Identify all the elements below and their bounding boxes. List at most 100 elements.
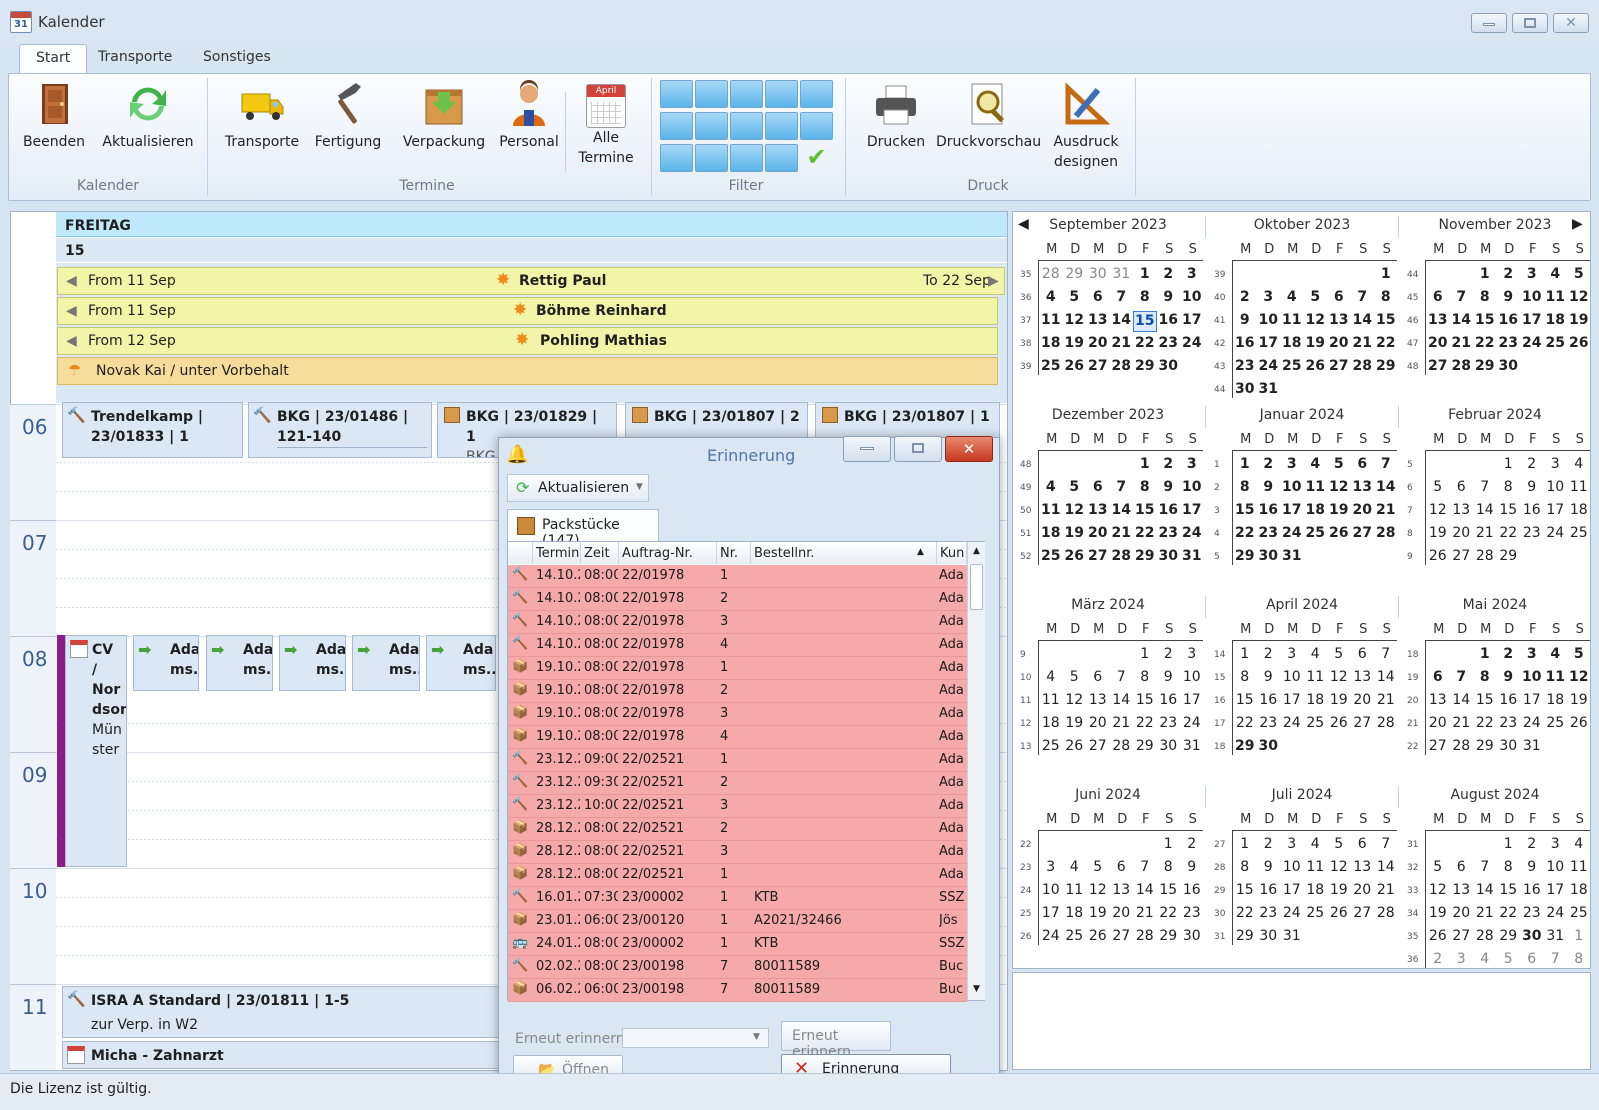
calendar-day[interactable]: 27 xyxy=(1351,714,1375,735)
calendar-day[interactable]: 23 xyxy=(1257,524,1281,545)
calendar-day[interactable]: 24 xyxy=(1544,524,1568,545)
calendar-day[interactable]: 10 xyxy=(1544,478,1568,499)
calendar-day[interactable]: 4 xyxy=(1039,478,1063,499)
calendar-day[interactable]: 6 xyxy=(1327,288,1351,309)
calendar-day[interactable]: 12 xyxy=(1327,478,1351,499)
calendar-day[interactable]: 18 xyxy=(1280,334,1304,355)
calendar-day[interactable]: 11 xyxy=(1280,311,1304,332)
appointment-micha[interactable]: Micha - Zahnarzt xyxy=(62,1041,502,1069)
calendar-day[interactable]: 19 xyxy=(1327,691,1351,712)
calendar-day[interactable]: 5 xyxy=(1063,478,1087,499)
calendar-day[interactable]: 26 xyxy=(1426,927,1450,948)
calendar-day[interactable]: 13 xyxy=(1086,311,1110,332)
calendar-day[interactable]: 10 xyxy=(1180,478,1204,499)
calendar-day[interactable]: 9 xyxy=(1157,288,1181,309)
calendar-day[interactable]: 19 xyxy=(1063,714,1087,735)
table-row[interactable]: 📦 23.01.2 06:00 23/00120 1 A2021/32466 Jös xyxy=(508,910,967,933)
calendar-day[interactable]: 22 xyxy=(1233,904,1257,925)
calendar-day[interactable]: 19 xyxy=(1063,524,1087,545)
calendar-day[interactable]: 27 xyxy=(1351,904,1375,925)
calendar-day[interactable]: 7 xyxy=(1450,288,1474,309)
calendar-day[interactable]: 13 xyxy=(1086,691,1110,712)
calendar-day[interactable]: 30 xyxy=(1257,927,1281,948)
calendar-day[interactable]: 22 xyxy=(1157,904,1181,925)
table-row[interactable]: 📦 28.12.2 08:00 22/02521 2 Ada xyxy=(508,818,967,841)
calendar-day[interactable]: 18 xyxy=(1039,334,1063,355)
calendar-day[interactable]: 8 xyxy=(1497,478,1521,499)
calendar-day[interactable]: 11 xyxy=(1039,311,1063,332)
calendar-day[interactable]: 7 xyxy=(1110,288,1134,309)
calendar-day[interactable]: 19 xyxy=(1567,691,1591,712)
calendar-day[interactable]: 8 xyxy=(1473,668,1497,689)
calendar-day[interactable]: 24 xyxy=(1280,714,1304,735)
calendar-day[interactable]: 17 xyxy=(1544,501,1568,522)
calendar-day[interactable]: 3 xyxy=(1180,455,1204,476)
filter-move-truck-icon[interactable] xyxy=(765,112,798,140)
calendar-day[interactable]: 4 xyxy=(1473,950,1497,971)
calendar-day[interactable]: 17 xyxy=(1180,311,1204,332)
calendar-day[interactable]: 23 xyxy=(1497,714,1521,735)
calendar-day[interactable]: 29 xyxy=(1233,737,1257,758)
calendar-day[interactable]: 27 xyxy=(1086,737,1110,758)
calendar-day[interactable]: 1 xyxy=(1497,455,1521,476)
calendar-day[interactable]: 10 xyxy=(1257,311,1281,332)
calendar-day[interactable]: 21 xyxy=(1110,334,1134,355)
calendar-day[interactable]: 2 xyxy=(1157,645,1181,666)
remind-again-button[interactable]: Erneut erinnern xyxy=(781,1021,891,1060)
calendar-day[interactable]: 9 xyxy=(1257,858,1281,879)
calendar-day[interactable]: 13 xyxy=(1110,881,1134,902)
calendar-day[interactable]: 25 xyxy=(1304,524,1328,545)
calendar-day[interactable]: 1 xyxy=(1133,645,1157,666)
calendar-day[interactable]: 17 xyxy=(1280,501,1304,522)
appointment-isra[interactable]: 🔨 ISRA A Standard | 23/01811 | 1-5 zur V… xyxy=(62,986,502,1038)
calendar-day[interactable]: 26 xyxy=(1063,547,1087,568)
calendar-day[interactable]: 16 xyxy=(1180,881,1204,902)
calendar-day[interactable]: 1 xyxy=(1473,265,1497,286)
calendar-day[interactable]: 13 xyxy=(1327,311,1351,332)
calendar-day[interactable]: 8 xyxy=(1133,668,1157,689)
calendar-day[interactable]: 18 xyxy=(1304,881,1328,902)
calendar-day[interactable]: 15 xyxy=(1497,881,1521,902)
calendar-day[interactable]: 7 xyxy=(1473,478,1497,499)
calendar-day[interactable]: 18 xyxy=(1544,311,1568,332)
calendar-day[interactable]: 11 xyxy=(1567,478,1591,499)
table-row[interactable]: 🚌 24.01.2 08:00 23/00002 1 KTB SSZ xyxy=(508,933,967,956)
calendar-day[interactable]: 13 xyxy=(1086,501,1110,522)
calendar-day[interactable]: 2 xyxy=(1520,455,1544,476)
drucken-button[interactable]: Drucken xyxy=(858,80,934,180)
dialog-close-button[interactable]: ✕ xyxy=(945,436,993,462)
calendar-day[interactable]: 22 xyxy=(1497,524,1521,545)
calendar-day[interactable]: 2 xyxy=(1520,835,1544,856)
calendar-day[interactable]: 3 xyxy=(1544,835,1568,856)
calendar-day[interactable]: 23 xyxy=(1257,904,1281,925)
calendar-day[interactable]: 12 xyxy=(1327,668,1351,689)
calendar-day[interactable]: 20 xyxy=(1086,524,1110,545)
calendar-day[interactable]: 28 xyxy=(1110,547,1134,568)
calendar-day[interactable]: 7 xyxy=(1133,858,1157,879)
calendar-day[interactable]: 6 xyxy=(1086,668,1110,689)
calendar-day[interactable]: 22 xyxy=(1133,714,1157,735)
calendar-day[interactable]: 8 xyxy=(1233,858,1257,879)
calendar-day[interactable]: 3 xyxy=(1180,265,1204,286)
calendar-day[interactable]: 2 xyxy=(1497,265,1521,286)
calendar-day[interactable]: 3 xyxy=(1180,645,1204,666)
calendar-day[interactable]: 21 xyxy=(1374,691,1398,712)
transporte-button[interactable]: Transporte xyxy=(222,80,302,180)
calendar-day[interactable]: 25 xyxy=(1304,714,1328,735)
calendar-day[interactable]: 14 xyxy=(1374,668,1398,689)
filter-truck-yellow-icon[interactable] xyxy=(765,144,798,172)
calendar-day[interactable]: 9 xyxy=(1497,288,1521,309)
column-header-zeit[interactable]: Zeit xyxy=(581,542,619,564)
calendar-day[interactable]: 25 xyxy=(1544,714,1568,735)
calendar-day[interactable]: 21 xyxy=(1374,501,1398,522)
calendar-day[interactable]: 16 xyxy=(1257,691,1281,712)
personal-button[interactable]: Personal xyxy=(492,80,566,180)
calendar-day[interactable]: 17 xyxy=(1544,881,1568,902)
calendar-day[interactable]: 16 xyxy=(1497,311,1521,332)
calendar-day[interactable]: 2 xyxy=(1497,645,1521,666)
calendar-day[interactable]: 7 xyxy=(1110,478,1134,499)
table-row[interactable]: 📦 19.10.2 08:00 22/01978 3 Ada xyxy=(508,703,967,726)
calendar-day[interactable]: 4 xyxy=(1039,288,1063,309)
calendar-day[interactable]: 3 xyxy=(1257,288,1281,309)
fertigung-button[interactable]: Fertigung xyxy=(308,80,388,180)
